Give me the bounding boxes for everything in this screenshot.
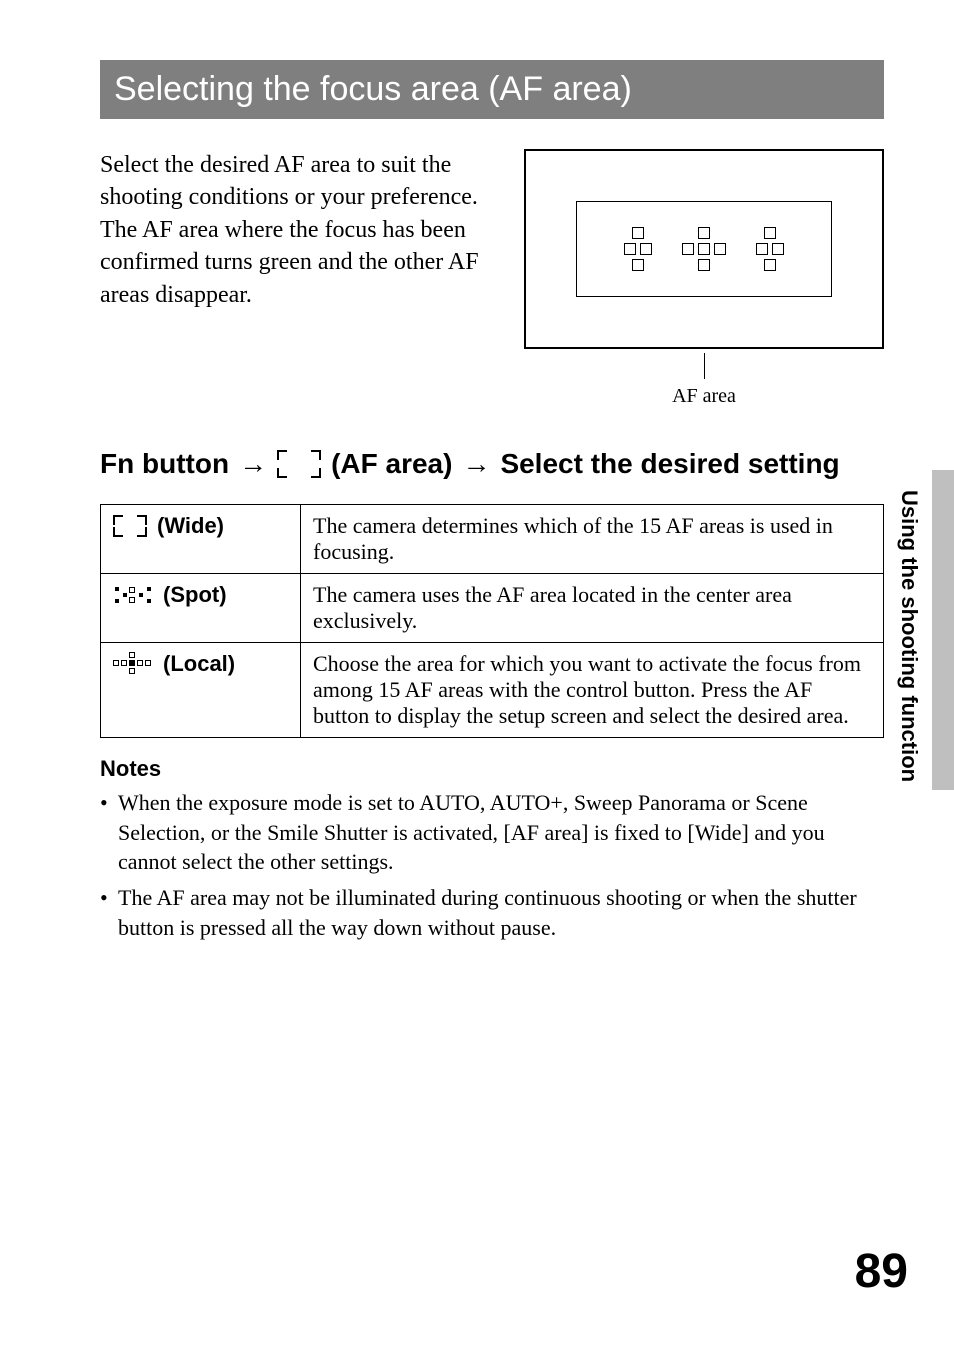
diagram-outer: [524, 149, 884, 349]
option-label: (Wide): [157, 513, 224, 539]
path-suffix: Select the desired setting: [500, 448, 839, 480]
spot-icon: [113, 583, 153, 607]
option-label: (Spot): [163, 582, 227, 608]
af-cluster-left: [624, 227, 652, 271]
intro-text: Select the desired AF area to suit the s…: [100, 149, 494, 311]
option-label-cell: (Local): [101, 643, 301, 738]
table-row: (Wide) The camera determines which of th…: [101, 505, 884, 574]
path-prefix: Fn button: [100, 448, 229, 480]
option-desc: The camera uses the AF area located in t…: [301, 574, 884, 643]
arrow-icon: →: [462, 448, 490, 480]
diagram-caption: AF area: [672, 385, 736, 408]
table-row: (Local) Choose the area for which you wa…: [101, 643, 884, 738]
option-label: (Local): [163, 651, 235, 677]
list-item: The AF area may not be illuminated durin…: [100, 883, 884, 942]
side-tab: [932, 470, 954, 790]
path-mid: (AF area): [331, 448, 452, 480]
arrow-icon: →: [239, 448, 267, 480]
list-item: When the exposure mode is set to AUTO, A…: [100, 788, 884, 877]
side-section-label: Using the shooting function: [896, 490, 922, 782]
page: Using the shooting function Selecting th…: [0, 0, 954, 1345]
diagram-inner: [576, 201, 832, 297]
notes-heading: Notes: [100, 756, 884, 782]
caption-leader-line: [704, 353, 705, 379]
option-label-cell: (Spot): [101, 574, 301, 643]
af-area-icon: [277, 450, 321, 478]
page-title: Selecting the focus area (AF area): [100, 60, 884, 119]
option-label-cell: (Wide): [101, 505, 301, 574]
local-icon: [113, 652, 153, 676]
af-cluster-center: [682, 227, 726, 271]
options-table: (Wide) The camera determines which of th…: [100, 504, 884, 738]
af-area-diagram: AF area: [524, 149, 884, 408]
af-cluster-right: [756, 227, 784, 271]
option-desc: Choose the area for which you want to ac…: [301, 643, 884, 738]
notes-list: When the exposure mode is set to AUTO, A…: [100, 788, 884, 942]
intro-row: Select the desired AF area to suit the s…: [100, 149, 884, 408]
wide-icon: [113, 515, 147, 537]
af-boxes: [577, 227, 831, 271]
option-desc: The camera determines which of the 15 AF…: [301, 505, 884, 574]
table-row: (Spot) The camera uses the AF area locat…: [101, 574, 884, 643]
page-number: 89: [855, 1244, 908, 1299]
nav-path: Fn button → (AF area) → Select the desir…: [100, 448, 884, 480]
